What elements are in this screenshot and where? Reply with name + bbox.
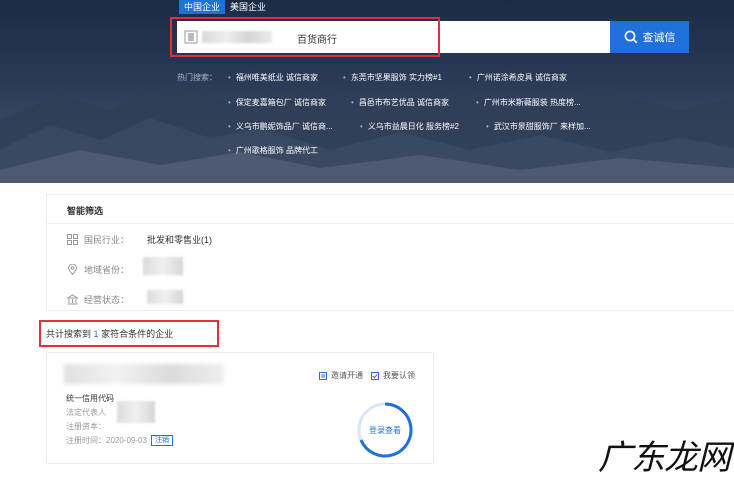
- filter-row-region: 地域省份：: [67, 263, 129, 276]
- search-button-label: 查诚信: [642, 32, 676, 44]
- hot-search-item[interactable]: 昌邑市布艺优品 诚信商家: [351, 97, 449, 108]
- tab-china[interactable]: 中国企业: [179, 0, 226, 14]
- industry-label: 国民行业：: [84, 235, 130, 245]
- filter-row-status: 经营状态：: [67, 293, 129, 306]
- card-actions: 邀请开通 我要认领: [319, 370, 423, 381]
- hot-search-item[interactable]: 东莞市坚果服饰 实力榜#1: [343, 72, 442, 83]
- grid-icon: [67, 234, 78, 245]
- hot-search-item[interactable]: 广州诺涂希皮具 诚信商家: [469, 72, 567, 83]
- hot-search-item[interactable]: 保定麦嘉箱包厂 诚信商家: [228, 97, 326, 108]
- redacted-region: [143, 257, 183, 275]
- redacted-status: [147, 290, 183, 304]
- hot-search-item[interactable]: 义乌市益晨日化 服务榜#2: [360, 121, 459, 132]
- login-view-label: 登录查看: [369, 425, 401, 435]
- industry-option[interactable]: 批发和零售业(1): [147, 233, 212, 246]
- hot-search-item[interactable]: 义乌市鹏妮饰品厂 诚信商...: [228, 121, 333, 132]
- location-pin-icon: [67, 264, 78, 275]
- bank-icon: [67, 294, 78, 305]
- login-view-button[interactable]: 登录查看: [355, 400, 415, 460]
- divider: [47, 223, 734, 224]
- hot-search-item[interactable]: 福州唯美纸业 诚信商家: [228, 72, 318, 83]
- claim-button[interactable]: 我要认领: [371, 370, 415, 381]
- region-label: 地域省份：: [84, 265, 130, 275]
- invite-button[interactable]: 邀请开通: [319, 370, 363, 381]
- claim-label: 我要认领: [383, 371, 415, 380]
- filter-title: 智能筛选: [67, 206, 104, 216]
- checkbox-icon: [371, 371, 379, 380]
- legal-rep-label: 法定代表人: [66, 408, 106, 417]
- watermark-logo: 广东龙网: [598, 438, 731, 478]
- region-tabs: 中国企业 美国企业: [179, 0, 271, 14]
- hot-search-item[interactable]: 广州歌格服饰 品牌代工: [228, 145, 318, 156]
- hot-search-item[interactable]: 武汉市景甜服饰厂 来样加...: [486, 121, 591, 132]
- hot-search-label: 热门搜索：: [177, 73, 217, 82]
- status-badge: 注销: [151, 435, 173, 446]
- redacted-legal-rep: [117, 401, 155, 423]
- search-icon: [624, 30, 637, 44]
- hot-search-item[interactable]: 广州市米斯薇服装 热度榜...: [476, 97, 581, 108]
- highlight-box: [39, 320, 219, 347]
- tab-usa[interactable]: 美国企业: [225, 0, 271, 14]
- invite-label: 邀请开通: [331, 371, 363, 380]
- smart-filter-panel: 智能筛选 国民行业： 批发和零售业(1) 地域省份： 经营状态：: [46, 194, 734, 311]
- credit-code-label: 统一信用代码: [66, 394, 114, 403]
- hero-banner: 中国企业 美国企业 百货商行 查诚信 热门搜索： 福州唯美纸业 诚信商家 东莞市…: [0, 0, 734, 183]
- capital-label: 注册资本：: [66, 422, 106, 431]
- highlight-box: [170, 17, 440, 57]
- reg-time: 注册时间：2020-09-03: [66, 436, 147, 445]
- status-label: 经营状态：: [84, 295, 130, 305]
- redacted-company-name: [64, 364, 224, 384]
- document-icon: [319, 371, 327, 380]
- filter-row-industry: 国民行业：: [67, 233, 129, 246]
- company-card[interactable]: 统一信用代码 法定代表人 注册资本： 注册时间：2020-09-03 注销 邀请…: [46, 352, 434, 464]
- search-button[interactable]: 查诚信: [610, 21, 689, 53]
